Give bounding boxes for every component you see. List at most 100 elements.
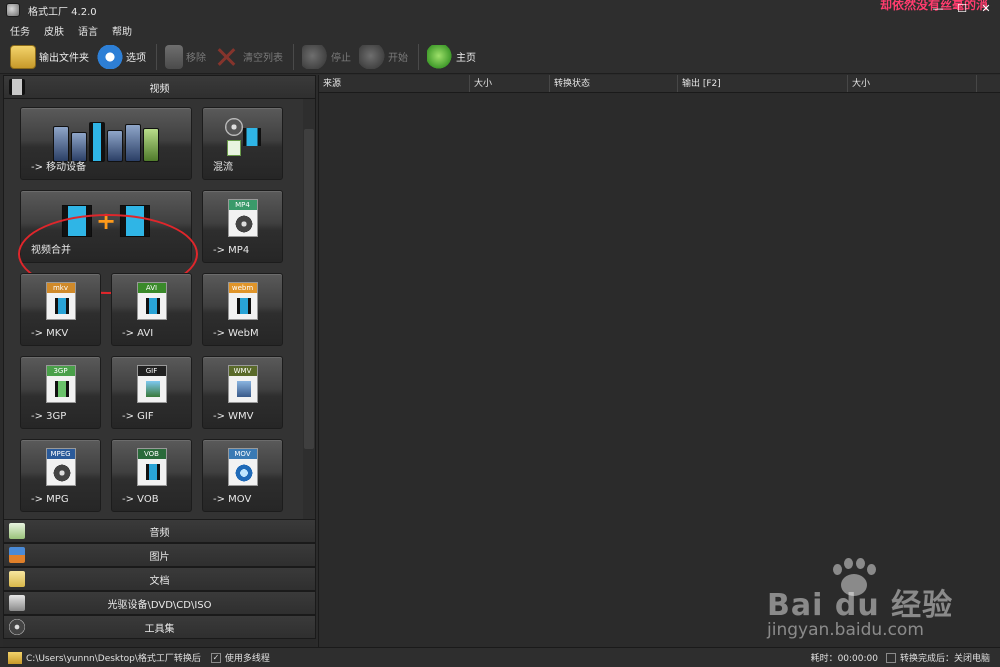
window-title: 格式工厂 4.2.0 xyxy=(28,6,97,18)
format-badge: MPEG xyxy=(46,449,75,459)
after-done-checkbox[interactable] xyxy=(885,652,896,663)
remove-label: 移除 xyxy=(186,53,206,64)
format-badge: GIF xyxy=(137,366,166,376)
column-source[interactable]: 来源 xyxy=(319,75,470,92)
home-button[interactable]: 主页 xyxy=(427,43,476,71)
webm-file-icon: webm xyxy=(227,282,258,320)
gif-file-icon: GIF xyxy=(136,365,167,403)
output-folder-label: 输出文件夹 xyxy=(39,53,89,64)
avi-file-icon: AVI xyxy=(136,282,167,320)
mp4-file-icon: MP4 xyxy=(227,199,258,237)
column-size[interactable]: 大小 xyxy=(470,75,550,92)
film-icon xyxy=(145,298,160,314)
film-reel-icon xyxy=(52,464,71,482)
tile-mov[interactable]: MOV -> MOV xyxy=(202,439,283,512)
tile-3gp-label: -> 3GP xyxy=(31,411,67,422)
film-reel-icon xyxy=(224,118,243,136)
menu-language[interactable]: 语言 xyxy=(78,23,98,38)
watermark-url: jingyan.baidu.com xyxy=(767,620,924,640)
scrollbar-thumb[interactable] xyxy=(304,129,314,449)
3gp-file-icon: 3GP xyxy=(45,365,76,403)
video-tiles-area: -> 移动设备 混流 + 视频合并 MP4 -> MP4 mkv -> MKV … xyxy=(3,99,316,519)
tile-avi[interactable]: AVI -> AVI xyxy=(111,273,192,346)
stop-label: 停止 xyxy=(331,53,351,64)
tile-3gp[interactable]: 3GP -> 3GP xyxy=(20,356,101,429)
clear-x-icon xyxy=(214,45,240,69)
film-icon xyxy=(89,122,105,162)
section-tools-label: 工具集 xyxy=(144,623,175,635)
folder-icon[interactable] xyxy=(8,651,22,664)
minimize-button[interactable]: — xyxy=(932,3,944,15)
column-output-size[interactable]: 大小 xyxy=(848,75,977,92)
vob-file-icon: VOB xyxy=(136,448,167,486)
quicktime-icon xyxy=(234,464,253,482)
tile-gif-label: -> GIF xyxy=(122,411,154,422)
start-button[interactable]: 开始 xyxy=(359,43,408,71)
tile-gif[interactable]: GIF -> GIF xyxy=(111,356,192,429)
format-badge: webm xyxy=(228,283,257,293)
remove-icon xyxy=(165,44,183,69)
category-panel: 视频 -> 移动设备 混流 + 视频合并 MP4 -> MP4 mkv -> M… xyxy=(3,75,316,647)
format-badge: 3GP xyxy=(46,366,75,376)
toolbar-separator xyxy=(293,43,294,70)
tile-vob[interactable]: VOB -> VOB xyxy=(111,439,192,512)
tile-mp4[interactable]: MP4 -> MP4 xyxy=(202,190,283,263)
tile-mpg[interactable]: MPEG -> MPG xyxy=(20,439,101,512)
app-logo-icon xyxy=(6,3,20,17)
tile-mkv[interactable]: mkv -> MKV xyxy=(20,273,101,346)
close-button[interactable]: ✕ xyxy=(980,3,992,15)
phone-icon xyxy=(143,128,159,162)
section-document[interactable]: 文档 xyxy=(3,567,316,591)
toolbar-separator xyxy=(156,43,157,70)
output-folder-button[interactable]: 输出文件夹 xyxy=(10,43,89,71)
toolbar: 输出文件夹 选项 移除 清空列表 停止 开始 主页 xyxy=(0,40,1000,74)
format-badge: AVI xyxy=(137,283,166,293)
mov-file-icon: MOV xyxy=(227,448,258,486)
tile-wmv[interactable]: WMV -> WMV xyxy=(202,356,283,429)
wmv-file-icon: WMV xyxy=(227,365,258,403)
column-output[interactable]: 输出 [F2] xyxy=(678,75,848,92)
status-bar: C:\Users\yunnn\Desktop\格式工厂转换后 ✓ 使用多线程 耗… xyxy=(0,647,1000,667)
mobile-devices-icon xyxy=(46,116,166,162)
section-document-label: 文档 xyxy=(149,575,170,587)
stop-button[interactable]: 停止 xyxy=(302,43,351,71)
section-image-label: 图片 xyxy=(149,551,170,563)
output-path[interactable]: C:\Users\yunnn\Desktop\格式工厂转换后 xyxy=(26,651,201,664)
options-button[interactable]: 选项 xyxy=(97,43,146,71)
section-audio[interactable]: 音频 xyxy=(3,519,316,543)
section-tools[interactable]: 工具集 xyxy=(3,615,316,639)
maximize-button[interactable]: ☐ xyxy=(956,3,968,15)
tile-mux[interactable]: 混流 xyxy=(202,107,283,180)
remove-button[interactable]: 移除 xyxy=(165,43,206,71)
tile-webm[interactable]: webm -> WebM xyxy=(202,273,283,346)
film-icon xyxy=(145,464,160,480)
section-image[interactable]: 图片 xyxy=(3,543,316,567)
column-status[interactable]: 转换状态 xyxy=(550,75,678,92)
film-icon xyxy=(242,128,261,146)
film-icon xyxy=(236,298,251,314)
toolbar-separator xyxy=(418,43,419,70)
tile-mobile-device[interactable]: -> 移动设备 xyxy=(20,107,192,180)
options-label: 选项 xyxy=(126,53,146,64)
section-video-label: 视频 xyxy=(149,83,170,95)
tile-webm-label: -> WebM xyxy=(213,328,259,339)
after-done-label: 转换完成后：关闭电脑 xyxy=(899,654,990,664)
section-optical-drive[interactable]: 光驱设备\DVD\CD\ISO xyxy=(3,591,316,615)
clear-list-button[interactable]: 清空列表 xyxy=(214,43,283,71)
elapsed-time: 耗时：00:00:00 xyxy=(810,654,878,664)
multithread-checkbox[interactable]: ✓ xyxy=(210,652,221,663)
tile-mov-label: -> MOV xyxy=(213,494,252,505)
menu-skin[interactable]: 皮肤 xyxy=(44,23,64,38)
format-badge: MOV xyxy=(228,449,257,459)
tile-mp4-label: -> MP4 xyxy=(213,245,250,256)
tile-avi-label: -> AVI xyxy=(122,328,154,339)
tiles-scrollbar[interactable] xyxy=(303,99,315,519)
home-globe-icon xyxy=(427,44,453,69)
film-reel-icon xyxy=(234,215,253,233)
title-bar: 格式工厂 4.2.0 却依然没有丝毫的消 — ☐ ✕ xyxy=(0,0,1000,20)
tile-wmv-label: -> WMV xyxy=(213,411,254,422)
section-video[interactable]: 视频 xyxy=(3,75,316,99)
menu-help[interactable]: 帮助 xyxy=(112,23,132,38)
multithread-label: 使用多线程 xyxy=(224,654,270,664)
menu-task[interactable]: 任务 xyxy=(10,23,30,38)
